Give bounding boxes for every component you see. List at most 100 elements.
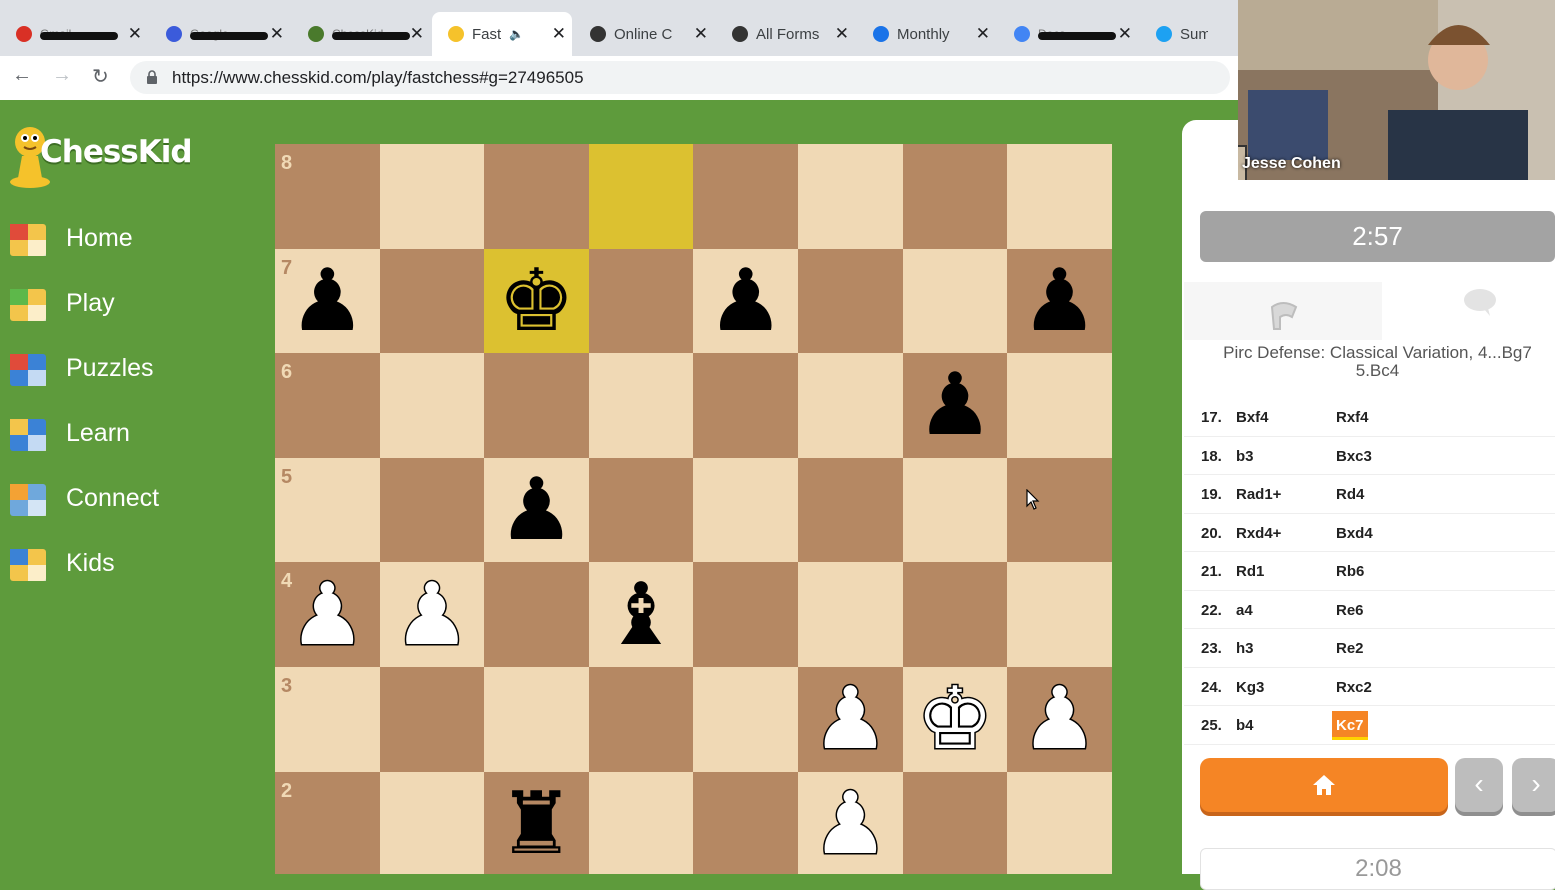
square-h2[interactable] — [1007, 771, 1112, 874]
black-move[interactable]: Rxf4 — [1332, 403, 1373, 432]
forward-arrow-icon[interactable]: → — [52, 64, 72, 87]
white-move[interactable]: h3 — [1236, 640, 1254, 657]
black-bishop-piece[interactable]: ♝ — [603, 572, 680, 658]
square-h3[interactable]: ♟ — [1007, 667, 1112, 772]
black-move[interactable]: Kc7 — [1332, 711, 1368, 740]
square-h8[interactable] — [1007, 144, 1112, 249]
black-pawn-piece[interactable]: ♟ — [1021, 258, 1098, 344]
browser-tab[interactable]: Gmail ✕ — [0, 12, 148, 56]
square-g8[interactable] — [902, 144, 1008, 249]
browser-tab[interactable]: Docs✕ — [998, 12, 1138, 56]
square-g7[interactable] — [902, 248, 1008, 354]
black-pawn-piece[interactable]: ♟ — [289, 258, 366, 344]
black-rook-piece[interactable]: ♜ — [498, 781, 575, 867]
close-tab-icon[interactable]: ✕ — [270, 24, 284, 44]
square-d8[interactable] — [588, 144, 694, 249]
square-f7[interactable] — [798, 248, 903, 354]
black-move[interactable]: Re6 — [1332, 596, 1368, 625]
square-b8[interactable] — [379, 144, 485, 249]
square-f8[interactable] — [798, 144, 903, 249]
square-f3[interactable]: ♟ — [798, 667, 903, 772]
square-d6[interactable] — [588, 353, 694, 458]
sidebar-item-home[interactable]: Home — [8, 218, 133, 258]
sidebar-item-connect[interactable]: Connect — [8, 478, 159, 518]
white-move[interactable]: Rd1 — [1236, 563, 1264, 580]
sidebar-item-kids[interactable]: Kids — [8, 543, 115, 583]
square-f2[interactable]: ♟ — [798, 771, 903, 874]
browser-tab[interactable]: Summit — [1140, 12, 1238, 56]
sidebar-item-puzzles[interactable]: Puzzles — [8, 348, 154, 388]
square-f5[interactable] — [798, 457, 903, 563]
white-pawn-piece[interactable]: ♟ — [810, 779, 890, 868]
square-f6[interactable] — [798, 353, 903, 458]
square-a8[interactable]: 8 — [275, 144, 380, 249]
square-g3[interactable]: ♚ — [902, 667, 1008, 772]
square-g6[interactable]: ♟ — [902, 353, 1008, 458]
square-b4[interactable]: ♟ — [379, 562, 485, 667]
square-c7[interactable]: ♚ — [484, 248, 589, 354]
square-e5[interactable] — [693, 457, 798, 563]
close-tab-icon[interactable]: ✕ — [694, 24, 708, 44]
audio-playing-icon[interactable]: 🔈 — [509, 27, 524, 41]
square-a4[interactable]: 4 ♟ — [275, 562, 380, 667]
square-e8[interactable] — [693, 144, 798, 249]
square-b5[interactable] — [379, 457, 485, 563]
square-a7[interactable]: 7 ♟ — [275, 248, 380, 354]
close-tab-icon[interactable]: ✕ — [1118, 24, 1132, 44]
white-king-piece[interactable]: ♚ — [915, 675, 995, 764]
square-a6[interactable]: 6 — [275, 353, 380, 458]
square-d7[interactable] — [588, 248, 694, 354]
browser-tab[interactable]: Google✕ — [150, 12, 290, 56]
close-tab-icon[interactable]: ✕ — [976, 24, 990, 44]
browser-tab[interactable]: ChessKid✕ — [292, 12, 430, 56]
chesskid-logo[interactable]: ChessKid — [8, 120, 208, 190]
square-g4[interactable] — [902, 562, 1008, 667]
square-c8[interactable] — [484, 144, 589, 249]
square-d3[interactable] — [588, 667, 694, 772]
white-move[interactable]: Bxf4 — [1236, 409, 1269, 426]
browser-tab[interactable]: Online C ✕ — [574, 12, 714, 56]
square-c6[interactable] — [484, 353, 589, 458]
square-d5[interactable] — [588, 457, 694, 563]
square-a3[interactable]: 3 — [275, 667, 380, 772]
square-a2[interactable]: 2 — [275, 771, 380, 874]
square-h5[interactable] — [1007, 457, 1112, 563]
white-move[interactable]: Rad1+ — [1236, 486, 1281, 503]
sidebar-item-learn[interactable]: Learn — [8, 413, 130, 453]
reload-icon[interactable]: ↻ — [92, 64, 109, 89]
close-tab-icon[interactable]: ✕ — [410, 24, 424, 44]
white-move[interactable]: b3 — [1236, 448, 1254, 465]
close-tab-icon[interactable]: ✕ — [552, 24, 566, 44]
square-h7[interactable]: ♟ — [1007, 248, 1112, 354]
white-pawn-piece[interactable]: ♟ — [287, 570, 367, 659]
white-move[interactable]: Kg3 — [1236, 679, 1264, 696]
square-h6[interactable] — [1007, 353, 1112, 458]
white-move[interactable]: b4 — [1236, 717, 1254, 734]
black-move[interactable]: Re2 — [1332, 634, 1368, 663]
black-move[interactable]: Bxc3 — [1332, 442, 1376, 471]
white-pawn-piece[interactable]: ♟ — [392, 570, 472, 659]
black-move[interactable]: Rxc2 — [1332, 673, 1376, 702]
home-button[interactable] — [1200, 758, 1448, 812]
square-c4[interactable] — [484, 562, 589, 667]
black-move[interactable]: Rb6 — [1332, 557, 1368, 586]
white-move[interactable]: Rxd4+ — [1236, 525, 1281, 542]
square-e7[interactable]: ♟ — [693, 248, 798, 354]
previous-move-button[interactable]: ‹ — [1455, 758, 1503, 812]
tab-chat[interactable] — [1382, 282, 1555, 340]
white-pawn-piece[interactable]: ♟ — [810, 675, 890, 764]
tab-moves[interactable] — [1184, 282, 1382, 340]
square-c2[interactable]: ♜ — [484, 771, 589, 874]
square-c5[interactable]: ♟ — [484, 457, 589, 563]
square-d2[interactable] — [588, 771, 694, 874]
white-move[interactable]: a4 — [1236, 602, 1253, 619]
white-pawn-piece[interactable]: ♟ — [1019, 675, 1099, 764]
black-move[interactable]: Rd4 — [1332, 480, 1368, 509]
black-move[interactable]: Bxd4 — [1332, 519, 1377, 548]
square-b6[interactable] — [379, 353, 485, 458]
black-pawn-piece[interactable]: ♟ — [707, 258, 784, 344]
next-move-button[interactable]: › — [1512, 758, 1555, 812]
close-tab-icon[interactable]: ✕ — [835, 24, 849, 44]
square-f4[interactable] — [798, 562, 903, 667]
close-tab-icon[interactable]: ✕ — [128, 24, 142, 44]
